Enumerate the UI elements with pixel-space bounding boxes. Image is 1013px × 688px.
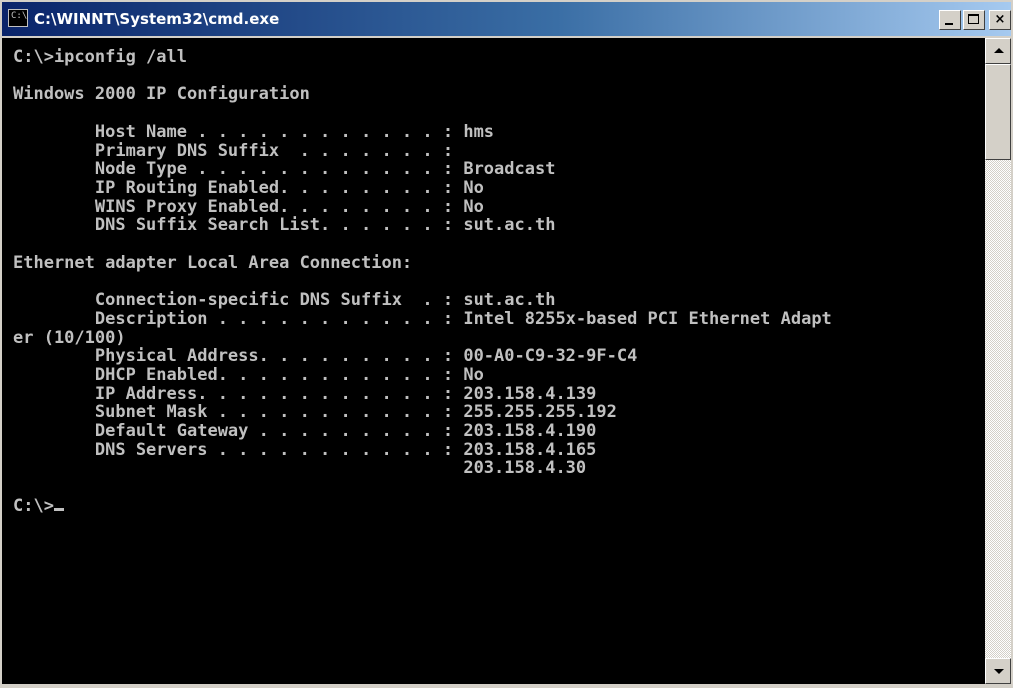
title-bar[interactable]: C:\ C:\WINNT\System32\cmd.exe × <box>2 2 1011 36</box>
scroll-thumb[interactable] <box>985 64 1011 160</box>
maximize-icon <box>968 14 979 24</box>
console-line: Description . . . . . . . . . . . : Inte… <box>94 308 832 329</box>
scroll-up-button[interactable] <box>985 38 1011 64</box>
console-line: Subnet Mask . . . . . . . . . . . : 255.… <box>94 402 617 423</box>
console-line: IP Routing Enabled. . . . . . . . : No <box>94 177 484 198</box>
console-line: Ethernet adapter Local Area Connection: <box>13 252 413 273</box>
console-line: Default Gateway . . . . . . . . . : 203.… <box>94 421 597 442</box>
console-line: Connection-specific DNS Suffix . : sut.a… <box>94 290 556 311</box>
window-title: C:\WINNT\System32\cmd.exe <box>34 10 280 28</box>
scroll-down-button[interactable] <box>985 658 1011 684</box>
text-cursor <box>53 507 64 511</box>
arrow-up-icon <box>994 48 1004 53</box>
console-line: Windows 2000 IP Configuration <box>13 84 310 105</box>
console-line: C:\>ipconfig /all <box>13 47 187 67</box>
console-line: DHCP Enabled. . . . . . . . . . . : No <box>94 364 484 385</box>
console-prompt: C:\> <box>13 495 54 516</box>
console-line: DNS Suffix Search List. . . . . . : sut.… <box>94 215 556 236</box>
console-output[interactable]: C:\>ipconfig /all Windows 2000 IP Config… <box>2 38 985 684</box>
console-line: Host Name . . . . . . . . . . . . : hms <box>94 121 495 142</box>
console-line: er (10/100) <box>13 327 126 348</box>
close-button[interactable]: × <box>989 10 1011 30</box>
console-line: IP Address. . . . . . . . . . . . : 203.… <box>94 383 597 404</box>
console-text: C:\>ipconfig /all Windows 2000 IP Config… <box>2 38 985 516</box>
minimize-icon <box>945 23 953 25</box>
console-line: DNS Servers . . . . . . . . . . . : 203.… <box>94 439 597 460</box>
console-line: Node Type . . . . . . . . . . . . : Broa… <box>94 159 556 180</box>
close-icon: × <box>994 12 1006 27</box>
console-line: Physical Address. . . . . . . . . : 00-A… <box>94 346 638 367</box>
vertical-scrollbar[interactable] <box>985 38 1011 684</box>
cmd-window: C:\ C:\WINNT\System32\cmd.exe × C:\>ipco… <box>0 0 1013 688</box>
console-lines: C:\>ipconfig /all Windows 2000 IP Config… <box>13 47 832 478</box>
cmd-console-icon[interactable]: C:\ <box>8 9 28 27</box>
minimize-button[interactable] <box>939 10 961 30</box>
console-line: 203.158.4.30 <box>463 458 587 479</box>
console-line: WINS Proxy Enabled. . . . . . . . : No <box>94 196 484 217</box>
arrow-down-icon <box>994 669 1004 674</box>
maximize-button[interactable] <box>963 10 985 30</box>
app-icon-text: C:\ <box>11 11 28 21</box>
console-line: Primary DNS Suffix . . . . . . . : <box>94 140 454 161</box>
